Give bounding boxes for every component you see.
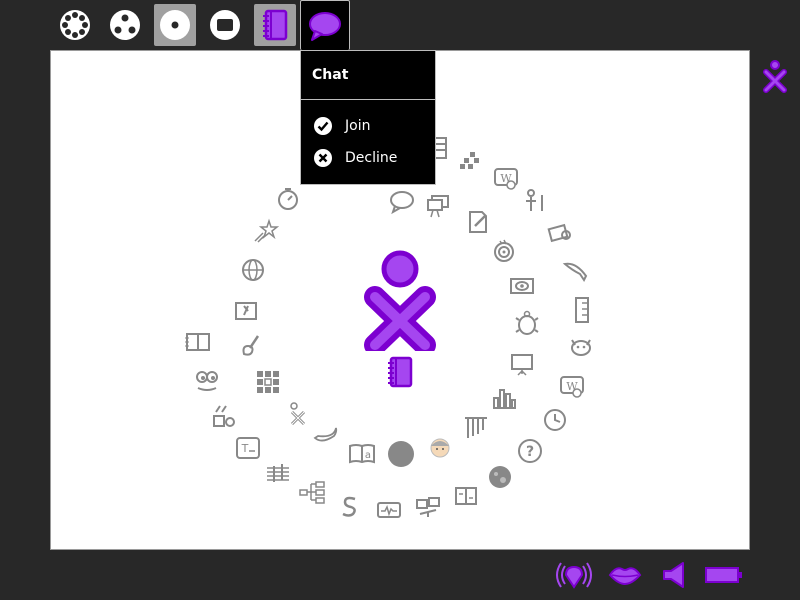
snake-activity-icon[interactable] [334, 491, 364, 521]
turtle-flag-activity-icon[interactable] [231, 296, 261, 326]
network-device-button[interactable] [554, 558, 594, 592]
edit-activity-icon[interactable] [463, 207, 493, 237]
reading-activity-icon[interactable]: a [347, 437, 377, 467]
clock-activity-icon[interactable] [540, 405, 570, 435]
star-chart-activity-icon[interactable] [250, 216, 280, 246]
palette-title: Chat [301, 51, 435, 100]
bottom-frame [0, 550, 800, 600]
battery-device-button[interactable] [704, 558, 744, 592]
neighborhood-icon [60, 10, 90, 40]
journal-icon [263, 9, 288, 41]
battery-icon [705, 567, 742, 583]
home-view-button[interactable] [154, 4, 196, 46]
view-source-activity-icon[interactable] [507, 271, 537, 301]
check-circle-icon [314, 117, 332, 135]
decline-menu-item[interactable]: Decline [313, 146, 397, 170]
kid-activity-icon[interactable] [425, 433, 455, 463]
write-activity-icon[interactable]: T [233, 433, 263, 463]
portfolio-activity-icon[interactable] [507, 349, 537, 379]
dolphin-activity-icon[interactable] [561, 255, 591, 285]
turtle-activity-icon[interactable] [512, 309, 542, 339]
stopwatch-activity-icon[interactable] [273, 184, 303, 214]
join-label: Join [345, 118, 371, 134]
x-circle-icon [314, 149, 332, 167]
physics-activity-icon[interactable] [413, 491, 443, 521]
measure-activity-icon[interactable] [374, 495, 404, 525]
wikipedia-en-activity-icon[interactable]: W [557, 371, 587, 401]
banana-activity-icon[interactable] [311, 419, 341, 449]
blocks-activity-icon[interactable] [455, 147, 485, 177]
chat-bubble-icon [309, 11, 341, 41]
book-activity-icon[interactable] [183, 327, 213, 357]
music-activity-icon[interactable] [263, 459, 293, 489]
xo-buddy-icon[interactable] [361, 249, 441, 351]
speaker-icon [663, 562, 684, 588]
fototoon-activity-icon[interactable] [451, 481, 481, 511]
journal-activity-button[interactable] [254, 4, 296, 46]
ruler-activity-icon[interactable] [567, 295, 597, 325]
drum-activity-icon[interactable] [209, 401, 239, 431]
group-icon [110, 10, 140, 40]
chart-activity-icon[interactable] [489, 383, 519, 413]
wikipedia-activity-icon[interactable]: W [491, 163, 521, 193]
money-activity-icon[interactable] [545, 218, 575, 248]
join-menu-item[interactable]: Join [313, 114, 370, 138]
moon-activity-icon[interactable] [485, 462, 515, 492]
top-frame [0, 0, 800, 50]
svg-text:?: ? [526, 444, 534, 460]
record-activity-icon[interactable] [386, 439, 416, 469]
owner-xo-icon[interactable] [760, 58, 790, 94]
eyes-activity-icon[interactable] [192, 365, 222, 395]
chat-invite-button[interactable] [300, 0, 350, 50]
decline-label: Decline [345, 150, 398, 166]
home-icon [160, 10, 190, 40]
svg-text:a: a [365, 450, 371, 461]
xo-editor-activity-icon[interactable] [283, 399, 313, 429]
lips-icon [608, 567, 642, 586]
paint-activity-icon[interactable] [237, 331, 267, 361]
mindmap-activity-icon[interactable] [297, 477, 327, 507]
wireless-icon [556, 562, 592, 589]
neighborhood-view-button[interactable] [54, 4, 96, 46]
target-activity-icon[interactable] [489, 235, 519, 265]
cat-activity-icon[interactable] [566, 331, 596, 361]
presenter-activity-icon[interactable] [521, 186, 551, 216]
chat-palette: Chat Join Decline [300, 50, 436, 185]
journal-icon[interactable] [385, 355, 415, 389]
speaker-device-button[interactable] [654, 558, 694, 592]
activity-view-button[interactable] [204, 4, 246, 46]
chat-activity-icon[interactable] [387, 187, 417, 217]
microphone-device-button[interactable] [605, 558, 645, 592]
browse-activity-icon[interactable] [238, 255, 268, 285]
group-view-button[interactable] [104, 4, 146, 46]
svg-text:T: T [241, 442, 249, 455]
help-activity-icon[interactable]: ? [515, 436, 545, 466]
ruins-activity-icon[interactable] [461, 411, 491, 441]
activity-icon [210, 10, 240, 40]
memorize-activity-icon[interactable] [253, 367, 283, 397]
slideshow-activity-icon[interactable] [423, 191, 453, 221]
